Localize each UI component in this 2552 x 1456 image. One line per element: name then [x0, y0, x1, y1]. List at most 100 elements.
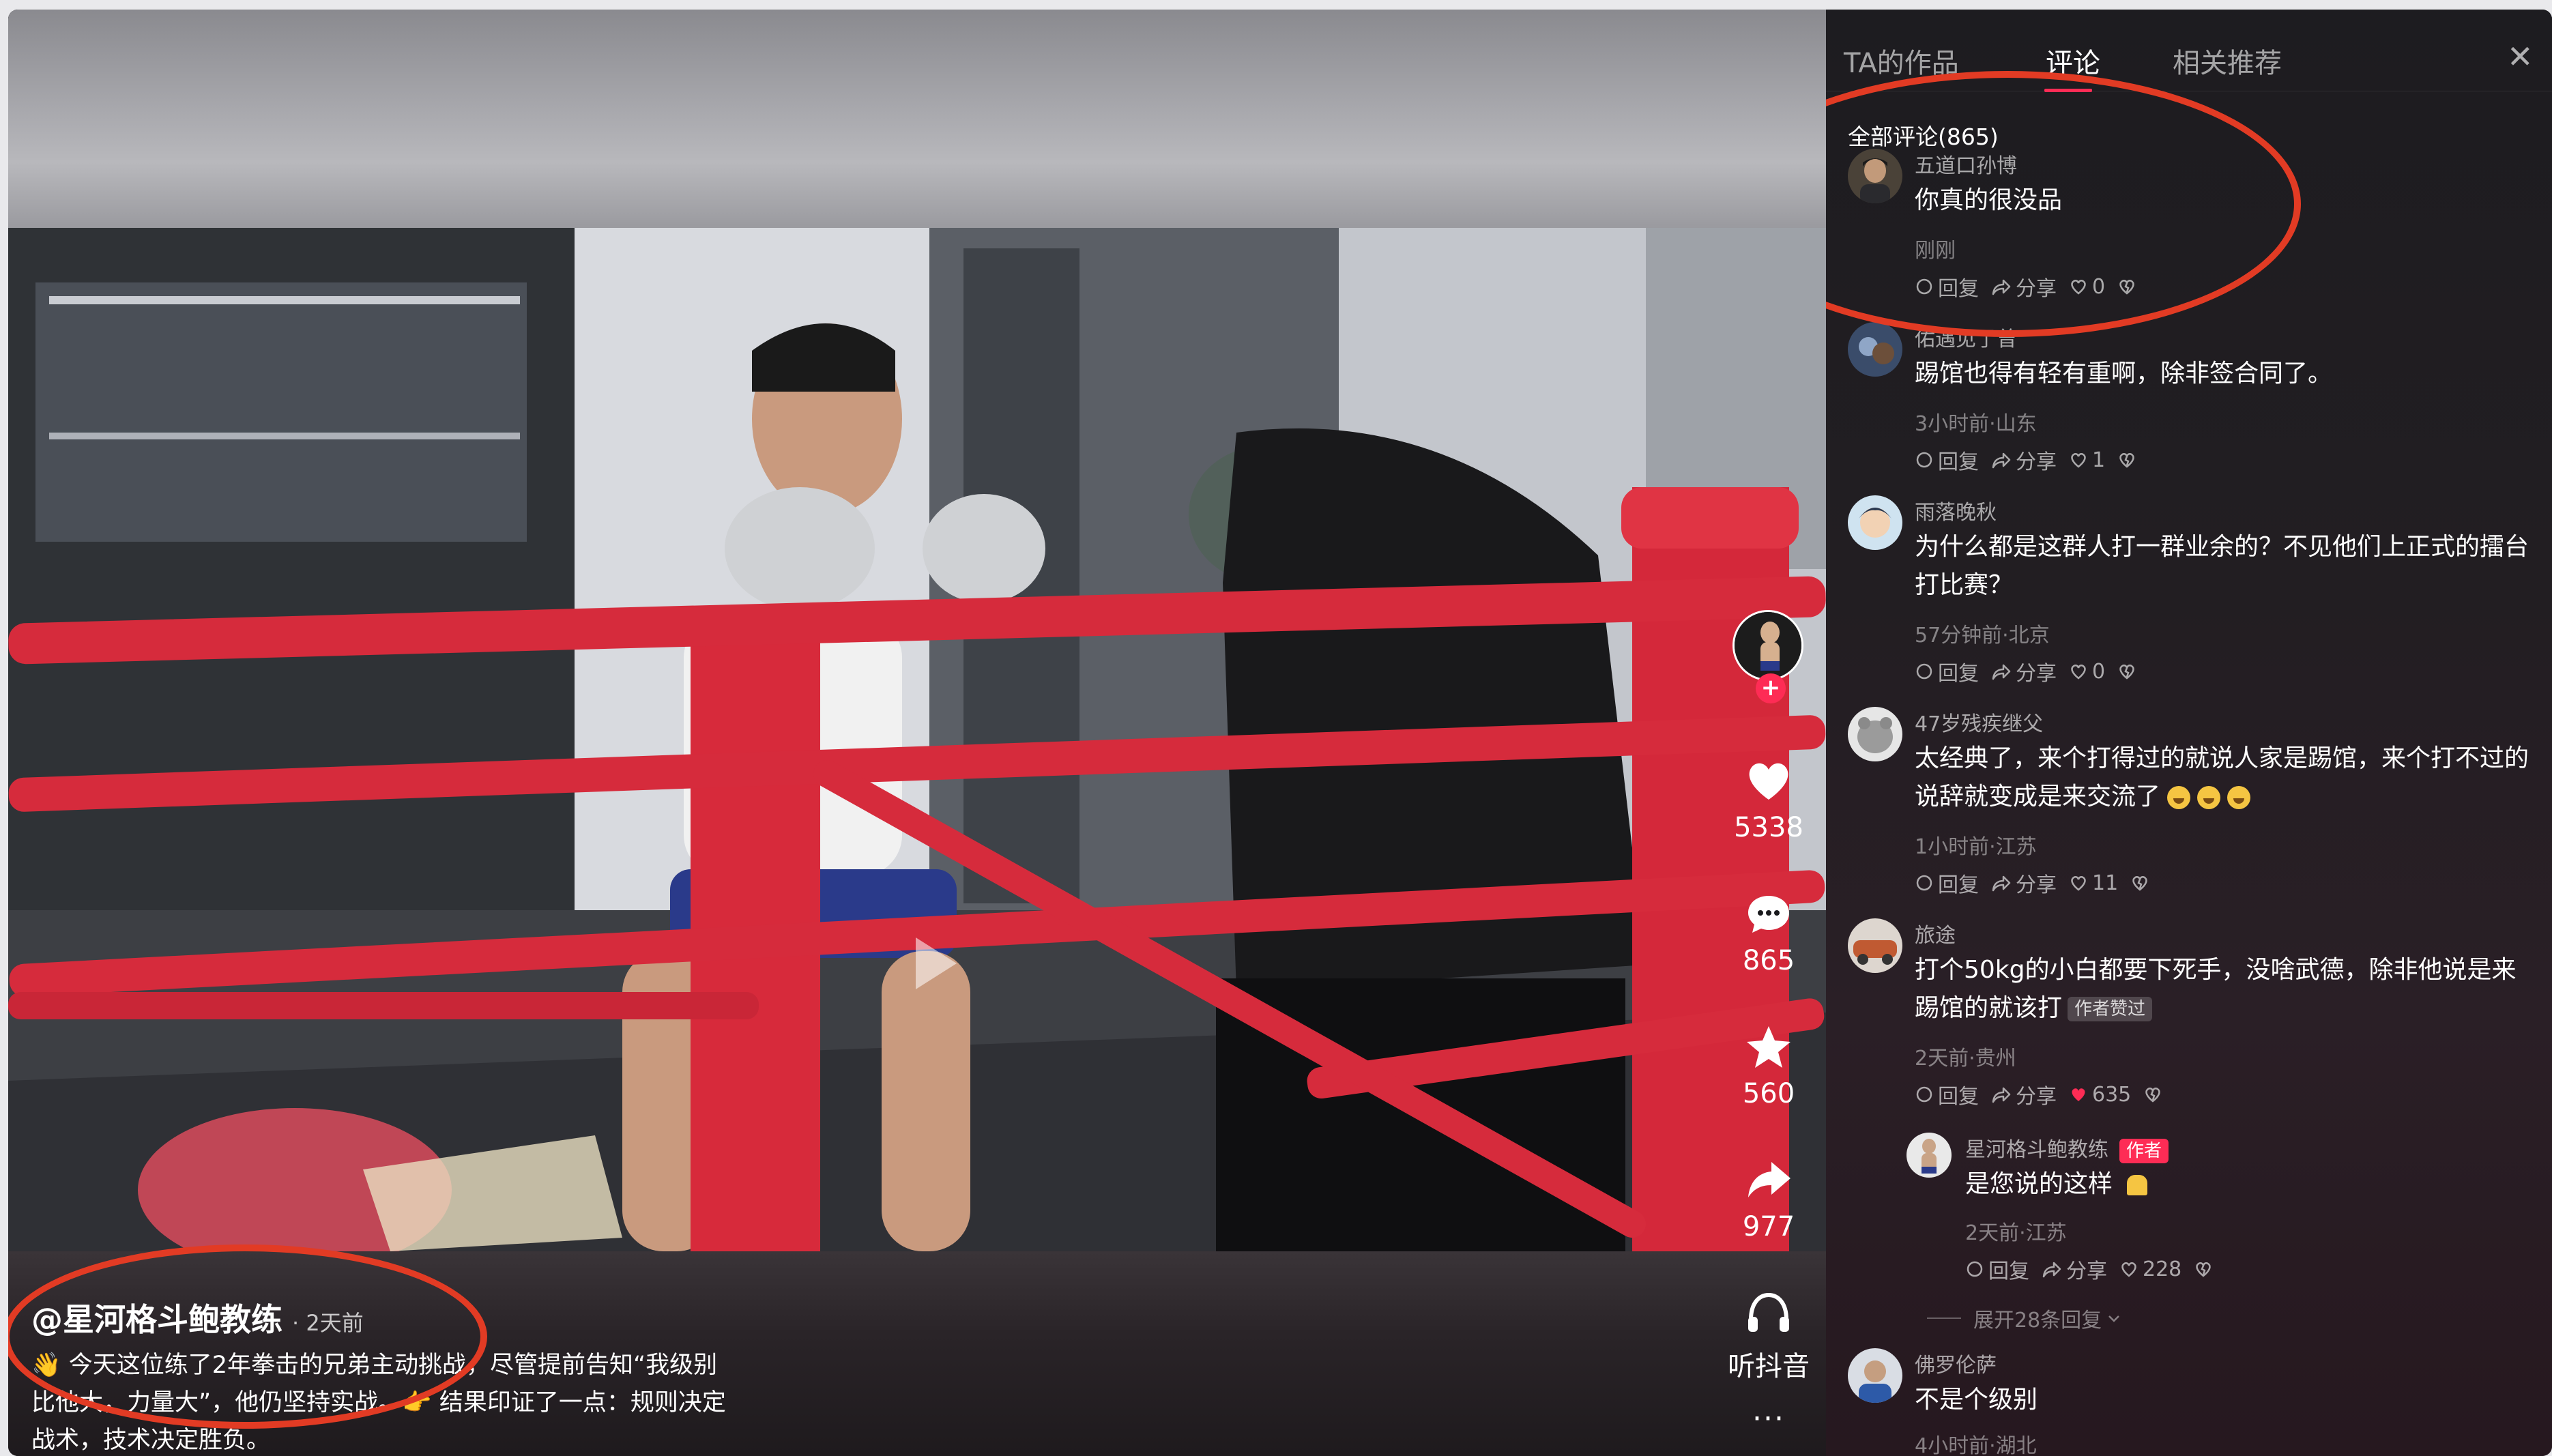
- expand-replies-button[interactable]: 展开28条回复: [1927, 1303, 2122, 1333]
- comment-meta: 4小时前·湖北: [1915, 1434, 2037, 1456]
- share-arrow-icon: [1992, 279, 2011, 295]
- reply-bubble-icon: [1916, 663, 1932, 680]
- commenter-avatar[interactable]: [1848, 1348, 1902, 1403]
- author-line: @星河格斗鲍教练 · 2天前: [31, 1295, 727, 1340]
- replier-name[interactable]: 星河格斗鲍教练 作者: [1965, 1133, 2169, 1163]
- more-button[interactable]: ···: [1714, 1401, 1823, 1436]
- commenter-name[interactable]: 佛罗伦萨: [1915, 1348, 1997, 1378]
- close-icon[interactable]: ✕: [2507, 38, 2534, 75]
- share-comment-button[interactable]: 分享: [1991, 656, 2057, 686]
- commenter-name[interactable]: 雨落晚秋: [1915, 495, 1997, 525]
- comment-dislike-button[interactable]: [2143, 1085, 2162, 1104]
- tab-recommendations[interactable]: 相关推荐: [2173, 41, 2282, 81]
- reply-button[interactable]: 回复: [1915, 1079, 1979, 1109]
- share-arrow-icon: [1992, 664, 2011, 680]
- comment-dislike-button[interactable]: [2117, 277, 2136, 296]
- reply-button[interactable]: 回复: [1915, 656, 1979, 686]
- share-comment-button[interactable]: 分享: [1991, 868, 2057, 898]
- video-frame[interactable]: [8, 228, 1826, 1251]
- comment-like-button[interactable]: 0: [2069, 660, 2105, 684]
- app-window: + 5338 865 560 977 听抖音 ··· @星河格斗鲍教练 · 2天…: [8, 10, 2552, 1456]
- listen-label: 听抖音: [1728, 1351, 1810, 1382]
- comment-actions: 回复 分享 1: [1915, 445, 2136, 475]
- comment-dislike-button[interactable]: [2194, 1260, 2213, 1279]
- heart-icon: [1749, 763, 1788, 800]
- comment-like-button[interactable]: 1: [2069, 448, 2105, 472]
- comment-meta: 刚刚: [1915, 239, 1956, 263]
- replier-avatar[interactable]: [1906, 1133, 1952, 1178]
- comment-item: 旅途 打个50kg的小白都要下死手，没啥武德，除非他说是来踢馆的就该打 作者赞过 …: [1848, 918, 2537, 1123]
- reply-bubble-icon: [1916, 875, 1932, 891]
- broken-heart-icon: [2119, 665, 2134, 680]
- listen-button[interactable]: 听抖音: [1714, 1285, 1823, 1384]
- commenter-avatar[interactable]: [1848, 707, 1902, 761]
- share-arrow-icon: [1992, 452, 2011, 469]
- tab-works[interactable]: TA的作品: [1844, 41, 1959, 81]
- follow-plus-button[interactable]: +: [1756, 673, 1786, 703]
- comment-item: 47岁残疾继父 太经典了，来个打得过的就说人家是踢馆，来个打不过的说辞就变成是来…: [1848, 707, 2537, 912]
- author-avatar[interactable]: [1732, 610, 1803, 681]
- reply-bubble-icon: [1916, 452, 1932, 468]
- favorite-count: 560: [1742, 1078, 1795, 1109]
- comment-like-button-liked[interactable]: 635: [2069, 1083, 2131, 1107]
- commenter-avatar[interactable]: [1848, 149, 1902, 203]
- share-button[interactable]: 977: [1714, 1152, 1823, 1242]
- reply-bubble-icon: [1916, 1086, 1932, 1103]
- share-arrow-icon: [1748, 1162, 1790, 1197]
- comment-actions: 回复 分享 0: [1915, 656, 2136, 686]
- commenter-avatar[interactable]: [1848, 322, 1902, 377]
- tab-comments[interactable]: 评论: [2046, 41, 2100, 81]
- reply-button[interactable]: 回复: [1965, 1254, 2029, 1284]
- reply-text: 是您说的这样: [1965, 1165, 2552, 1204]
- share-arrow-icon: [2042, 1262, 2061, 1278]
- comment-item: 雨落晚秋 为什么都是这群人打一群业余的？不见他们上正式的擂台打比赛？ 57分钟前…: [1848, 495, 2537, 700]
- commenter-avatar[interactable]: [1848, 918, 1902, 973]
- heart-outline-icon: [2071, 665, 2086, 680]
- heart-outline-icon: [2071, 876, 2086, 891]
- reply-bubble-icon: [1967, 1261, 1983, 1277]
- commenter-name[interactable]: 旅途: [1915, 918, 1956, 948]
- headphones-icon: [1748, 1292, 1789, 1332]
- broken-heart-icon: [2119, 453, 2134, 468]
- comment-dislike-button[interactable]: [2117, 662, 2136, 681]
- comment-like-button[interactable]: 11: [2069, 871, 2118, 895]
- share-comment-button[interactable]: 分享: [1991, 272, 2057, 302]
- like-button[interactable]: 5338: [1714, 753, 1823, 843]
- post-time: · 2天前: [292, 1310, 364, 1336]
- panel-tabs: TA的作品 评论 相关推荐 ✕: [1826, 10, 2552, 92]
- video-player[interactable]: + 5338 865 560 977 听抖音 ··· @星河格斗鲍教练 · 2天…: [8, 10, 1826, 1456]
- comment-dislike-button[interactable]: [2130, 873, 2149, 892]
- share-comment-button[interactable]: 分享: [2042, 1254, 2107, 1284]
- broken-heart-icon: [2132, 876, 2147, 891]
- author-name-link[interactable]: @星河格斗鲍教练: [31, 1295, 282, 1340]
- favorite-button[interactable]: 560: [1714, 1019, 1823, 1109]
- comment-text: 打个50kg的小白都要下死手，没啥武德，除非他说是来踢馆的就该打 作者赞过: [1915, 956, 2517, 1022]
- grin-emoji-icon: [2227, 786, 2251, 809]
- commenter-name[interactable]: 五道口孙博: [1915, 149, 2017, 179]
- broken-heart-icon: [2119, 280, 2134, 295]
- comment-bubble-icon: [1748, 896, 1789, 933]
- chevron-down-icon: [2108, 1315, 2120, 1322]
- comment-actions: 回复 分享 0: [1915, 272, 2136, 302]
- more-dots-icon: ···: [1752, 1401, 1785, 1436]
- comment-dislike-button[interactable]: [2117, 450, 2136, 469]
- comment-text: 你真的很没品: [1915, 186, 2063, 214]
- author-liked-badge: 作者赞过: [2068, 997, 2153, 1021]
- commenter-name[interactable]: 47岁残疾继父: [1915, 707, 2043, 737]
- commenter-name[interactable]: 佑遇见了曾: [1915, 322, 2017, 352]
- reply-button[interactable]: 回复: [1915, 272, 1979, 302]
- comment-like-button[interactable]: 0: [2069, 275, 2105, 299]
- reply-button[interactable]: 回复: [1915, 868, 1979, 898]
- broken-heart-icon: [2196, 1262, 2211, 1277]
- play-indicator-icon: [916, 937, 957, 989]
- share-comment-button[interactable]: 分享: [1991, 445, 2057, 475]
- heart-outline-icon: [2121, 1262, 2136, 1277]
- comment-like-button[interactable]: 228: [2119, 1257, 2181, 1281]
- comment-button[interactable]: 865: [1714, 886, 1823, 976]
- commenter-avatar[interactable]: [1848, 495, 1902, 550]
- video-blur-background: [8, 10, 1826, 228]
- share-arrow-icon: [1992, 1087, 2011, 1103]
- side-panel: TA的作品 评论 相关推荐 ✕ 全部评论(865) 五道口孙博 你真的很没品 刚…: [1826, 10, 2552, 1456]
- share-comment-button[interactable]: 分享: [1991, 1079, 2057, 1109]
- reply-button[interactable]: 回复: [1915, 445, 1979, 475]
